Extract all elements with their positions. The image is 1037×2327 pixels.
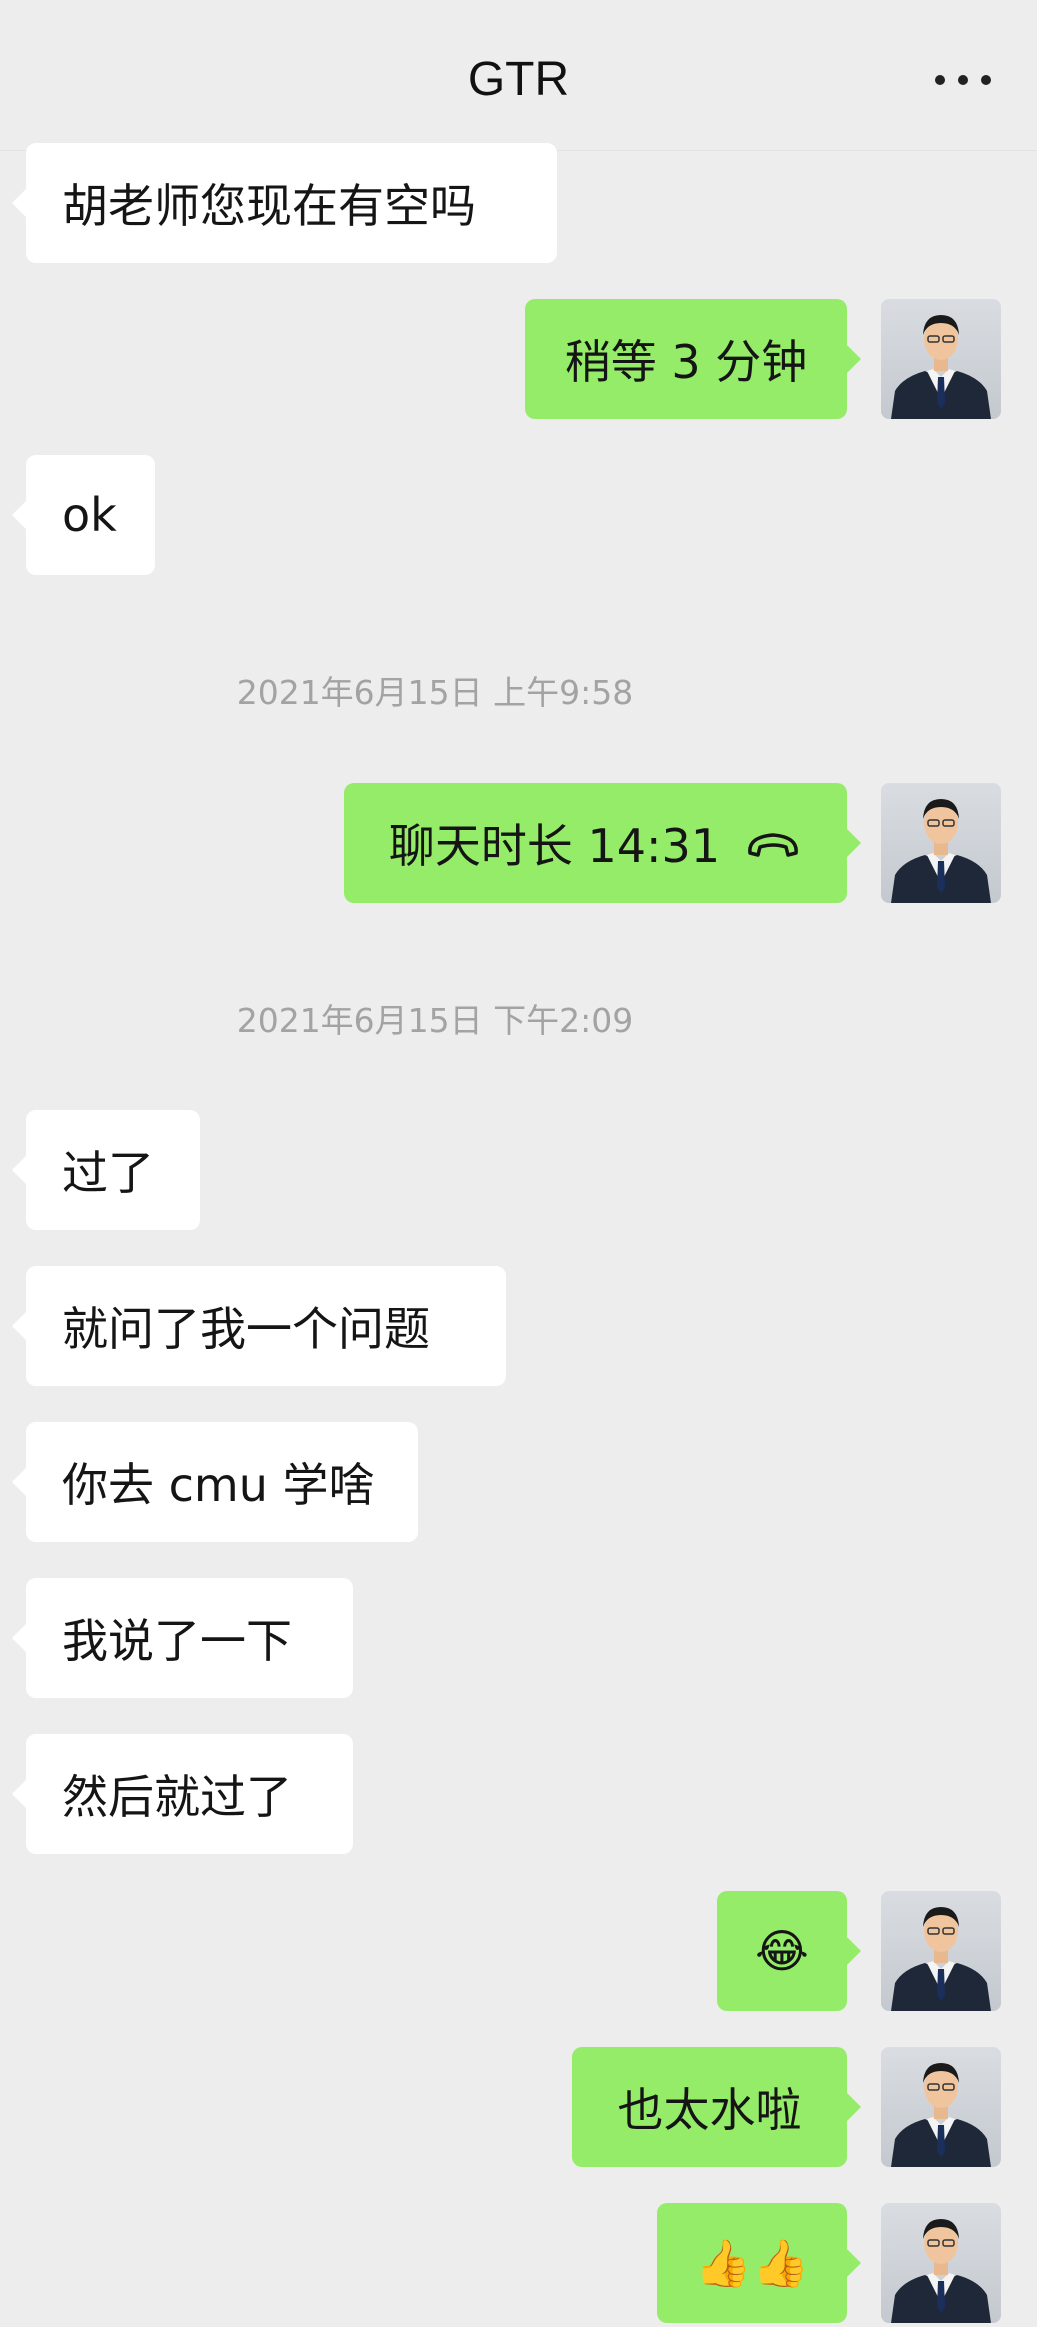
incoming-message-bubble[interactable]: 然后就过了 (12, 1734, 353, 1854)
person-avatar-icon (891, 1907, 991, 2011)
phone-hangup-icon (744, 816, 802, 870)
message-text: 就问了我一个问题 (62, 1302, 430, 1356)
message-emoji: 👍👍 (694, 2236, 810, 2290)
incoming-message-bubble[interactable]: ok (12, 455, 155, 575)
more-dot-icon (935, 75, 945, 85)
person-avatar-icon (891, 2063, 991, 2167)
incoming-message-bubble[interactable]: 过了 (12, 1110, 200, 1230)
avatar[interactable] (881, 1891, 1001, 2011)
message-text: 你去 cmu 学啥 (62, 1458, 375, 1512)
person-avatar-icon (891, 2219, 991, 2323)
outgoing-message-bubble[interactable]: 👍👍 (657, 2203, 861, 2323)
person-avatar-icon (891, 315, 991, 419)
message-text: 然后就过了 (62, 1770, 292, 1824)
more-options-button[interactable] (935, 70, 991, 90)
call-bubble-content: 聊天时长 14:31 (344, 783, 847, 903)
avatar[interactable] (881, 299, 1001, 419)
avatar[interactable] (881, 2203, 1001, 2323)
avatar[interactable] (881, 2047, 1001, 2167)
message-text: 我说了一下 (62, 1614, 292, 1668)
timestamp: 2021年6月15日 下午2:09 (236, 1001, 634, 1040)
outgoing-message-bubble[interactable]: 😂 (717, 1891, 861, 2011)
avatar[interactable] (881, 783, 1001, 903)
more-dot-icon (981, 75, 991, 85)
timestamp: 2021年6月15日 上午9:58 (236, 673, 634, 712)
more-dot-icon (958, 75, 968, 85)
incoming-message-bubble[interactable]: 胡老师您现在有空吗 (12, 143, 557, 263)
message-text: 聊天时长 14:31 (388, 819, 721, 873)
incoming-message-bubble[interactable]: 我说了一下 (12, 1578, 353, 1698)
person-avatar-icon (891, 799, 991, 903)
message-text: 胡老师您现在有空吗 (62, 179, 476, 233)
outgoing-message-bubble[interactable]: 稍等 3 分钟 (525, 299, 861, 419)
outgoing-call-bubble[interactable]: 聊天时长 14:31 (344, 783, 861, 903)
message-text: ok (62, 488, 117, 542)
incoming-message-bubble[interactable]: 你去 cmu 学啥 (12, 1422, 418, 1542)
message-text: 稍等 3 分钟 (564, 335, 808, 389)
chat-header: GTR (0, 0, 1037, 151)
message-emoji: 😂 (755, 1924, 809, 1978)
chat-title: GTR (467, 53, 570, 106)
message-text: 也太水啦 (617, 2083, 802, 2137)
message-text: 过了 (62, 1146, 154, 1200)
outgoing-message-bubble[interactable]: 也太水啦 (572, 2047, 861, 2167)
incoming-message-bubble[interactable]: 就问了我一个问题 (12, 1266, 506, 1386)
